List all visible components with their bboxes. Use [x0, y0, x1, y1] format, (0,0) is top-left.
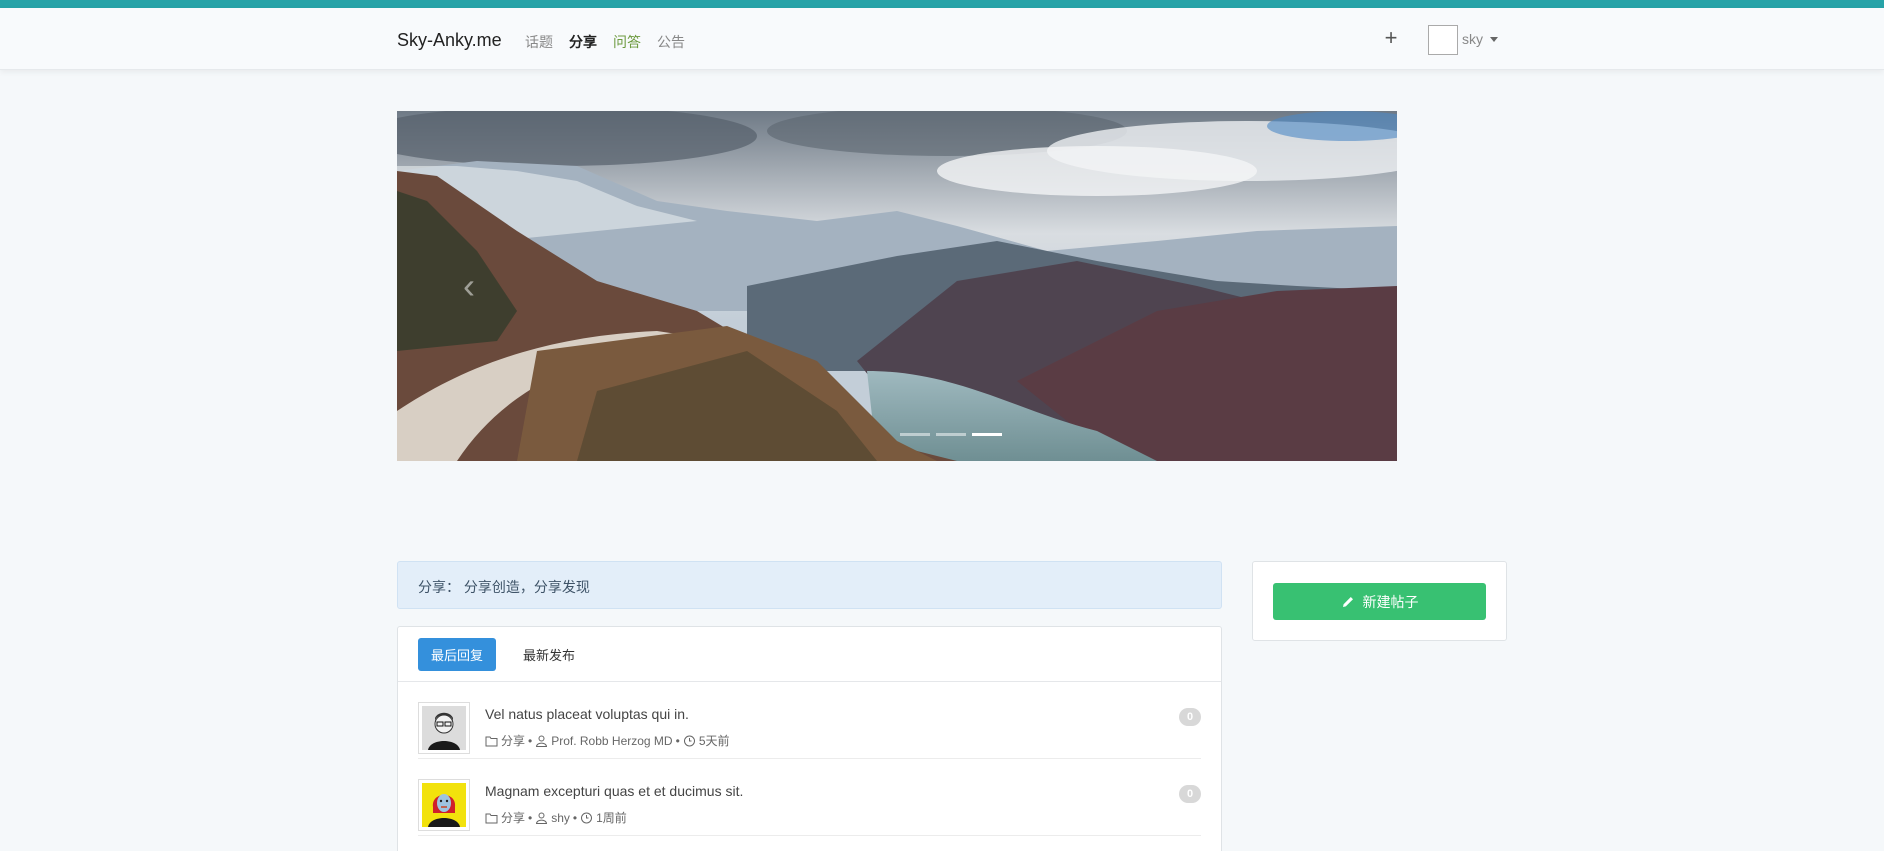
user-icon: [536, 735, 548, 747]
topic-author[interactable]: Prof. Robb Herzog MD: [551, 734, 672, 748]
nav-item-announcements[interactable]: 公告: [657, 32, 685, 52]
user-icon: [536, 812, 548, 824]
topic-category[interactable]: 分享: [501, 732, 525, 749]
reply-count-badge: 0: [1179, 785, 1201, 803]
topic-time: 1周前: [596, 811, 627, 825]
navbar: Sky-Anky.me 话题 分享 问答 公告 + sky: [0, 8, 1884, 70]
folder-icon: [485, 813, 498, 823]
top-accent-line: [0, 0, 1884, 8]
topic-list-card: 最后回复 最新发布 Vel natus placeat voluptas qui…: [397, 626, 1222, 851]
nav-item-topics[interactable]: 话题: [525, 32, 553, 52]
carousel-indicator[interactable]: [972, 433, 1002, 436]
clock-icon: [683, 735, 695, 746]
hero-carousel[interactable]: ‹ ›: [397, 111, 1397, 461]
topic-time: 5天前: [698, 734, 730, 748]
topic-category[interactable]: 分享: [501, 809, 525, 826]
carousel-indicator[interactable]: [936, 433, 966, 436]
meta-separator: •: [572, 810, 578, 825]
meta-separator: •: [528, 810, 533, 825]
new-post-label: 新建帖子: [1362, 593, 1419, 610]
clock-icon: [581, 812, 593, 823]
nav-item-qa[interactable]: 问答: [613, 32, 641, 52]
chevron-down-icon[interactable]: [1490, 37, 1498, 42]
landscape-image: [397, 111, 1397, 461]
avatar[interactable]: [418, 779, 470, 831]
category-info-alert: 分享： 分享创造，分享发现: [397, 561, 1222, 609]
topic-title[interactable]: Magnam excepturi quas et et ducimus sit.: [485, 783, 743, 799]
new-post-button[interactable]: 新建帖子: [1273, 583, 1486, 620]
topic-meta: 分享 • shy • 1周前: [485, 809, 627, 826]
carousel-indicators: [900, 433, 1002, 436]
carousel-indicator[interactable]: [900, 433, 930, 436]
reply-count-badge: 0: [1179, 708, 1201, 726]
topic-meta: 分享 • Prof. Robb Herzog MD • 5天前: [485, 732, 730, 749]
nav-links: 话题 分享 问答 公告: [525, 32, 685, 52]
avatar[interactable]: [418, 702, 470, 754]
list-item[interactable]: Magnam excepturi quas et et ducimus sit.…: [418, 759, 1201, 836]
sidebar-card: 新建帖子: [1252, 561, 1507, 641]
folder-icon: [485, 736, 498, 746]
list-item[interactable]: Vel natus placeat voluptas qui in. 分享 • …: [418, 682, 1201, 759]
meta-separator: •: [675, 733, 680, 748]
user-avatar[interactable]: [1428, 25, 1458, 55]
alert-text: 分享： 分享创造，分享发现: [418, 579, 590, 595]
plus-icon[interactable]: +: [1381, 26, 1401, 50]
carousel-prev-icon[interactable]: ‹: [457, 266, 481, 306]
user-name[interactable]: sky: [1462, 31, 1483, 47]
meta-separator: •: [528, 733, 533, 748]
topic-author[interactable]: shy: [551, 811, 570, 825]
topic-title[interactable]: Vel natus placeat voluptas qui in.: [485, 706, 689, 722]
topic-list-tabs: 最后回复 最新发布: [398, 627, 1221, 682]
nav-item-share[interactable]: 分享: [569, 32, 597, 52]
pencil-icon: [1342, 596, 1353, 607]
brand-link[interactable]: Sky-Anky.me: [397, 30, 502, 51]
tab-last-reply[interactable]: 最后回复: [418, 637, 497, 671]
tab-latest[interactable]: 最新发布: [510, 638, 588, 671]
